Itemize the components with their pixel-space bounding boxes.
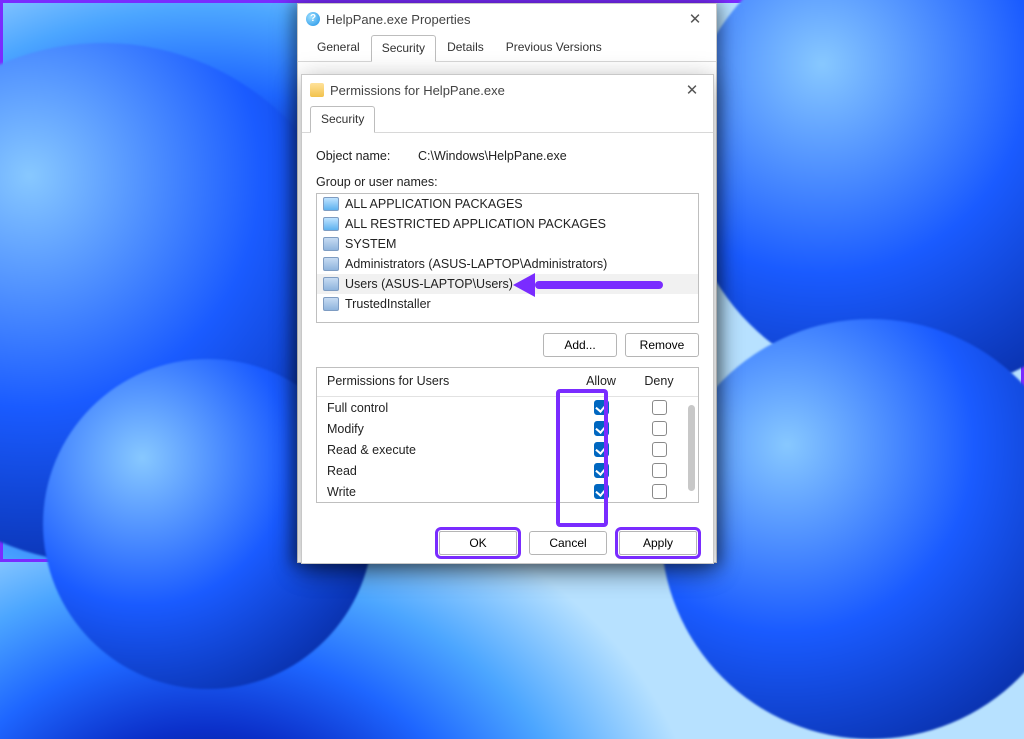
tab-security[interactable]: Security	[371, 35, 436, 62]
permissions-box: Permissions for Users Allow Deny Full co…	[316, 367, 699, 503]
permission-name: Full control	[327, 401, 572, 415]
permissions-dialog: Permissions for HelpPane.exe ✕ Security …	[301, 74, 714, 564]
package-icon	[323, 197, 339, 211]
permission-row: Full control	[317, 397, 698, 418]
permissions-body: Object name: C:\Windows\HelpPane.exe Gro…	[302, 133, 713, 513]
permission-row: Read & execute	[317, 439, 698, 460]
close-icon[interactable]: ✕	[677, 81, 707, 99]
checkbox-allow[interactable]	[594, 400, 609, 415]
users-icon	[323, 257, 339, 271]
permission-name: Write	[327, 485, 572, 499]
checkbox-allow[interactable]	[594, 442, 609, 457]
checkbox-allow[interactable]	[594, 484, 609, 499]
object-name-value: C:\Windows\HelpPane.exe	[418, 149, 699, 163]
group-item-label: ALL RESTRICTED APPLICATION PACKAGES	[345, 217, 606, 231]
permissions-list: Full control Modify Read & execute Read Writ…	[317, 396, 698, 502]
permission-name: Read	[327, 464, 572, 478]
permission-row: Modify	[317, 418, 698, 439]
properties-tabstrip: General Security Details Previous Versio…	[298, 34, 716, 62]
help-icon	[306, 12, 320, 26]
permission-row: Read	[317, 460, 698, 481]
group-item-label: Users (ASUS-LAPTOP\Users)	[345, 277, 513, 291]
permission-row: Write	[317, 481, 698, 502]
users-icon	[323, 277, 339, 291]
tab-details[interactable]: Details	[436, 34, 495, 61]
group-item-label: ALL APPLICATION PACKAGES	[345, 197, 523, 211]
group-listbox[interactable]: ALL APPLICATION PACKAGES ALL RESTRICTED A…	[316, 193, 699, 323]
permission-name: Modify	[327, 422, 572, 436]
tab-general[interactable]: General	[306, 34, 371, 61]
tab-security[interactable]: Security	[310, 106, 375, 133]
group-item[interactable]: Users (ASUS-LAPTOP\Users)	[317, 274, 698, 294]
group-item[interactable]: ALL APPLICATION PACKAGES	[317, 194, 698, 214]
package-icon	[323, 217, 339, 231]
folder-icon	[310, 83, 324, 97]
checkbox-deny[interactable]	[652, 484, 667, 499]
checkbox-deny[interactable]	[652, 421, 667, 436]
properties-title: HelpPane.exe Properties	[326, 12, 680, 27]
permissions-tabstrip: Security	[302, 105, 713, 133]
checkbox-allow[interactable]	[594, 421, 609, 436]
permissions-titlebar[interactable]: Permissions for HelpPane.exe ✕	[302, 75, 713, 105]
group-item[interactable]: TrustedInstaller	[317, 294, 698, 314]
properties-titlebar[interactable]: HelpPane.exe Properties ✕	[298, 4, 716, 34]
column-deny: Deny	[630, 374, 688, 388]
add-button[interactable]: Add...	[543, 333, 617, 357]
users-icon	[323, 297, 339, 311]
close-icon[interactable]: ✕	[680, 10, 710, 28]
permissions-for-label: Permissions for Users	[327, 374, 572, 388]
checkbox-allow[interactable]	[594, 463, 609, 478]
permission-name: Read & execute	[327, 443, 572, 457]
remove-button[interactable]: Remove	[625, 333, 699, 357]
dialog-footer: OK Cancel Apply	[302, 531, 713, 555]
group-item-label: TrustedInstaller	[345, 297, 431, 311]
group-item-label: Administrators (ASUS-LAPTOP\Administrato…	[345, 257, 607, 271]
checkbox-deny[interactable]	[652, 463, 667, 478]
group-item[interactable]: SYSTEM	[317, 234, 698, 254]
tab-previous-versions[interactable]: Previous Versions	[495, 34, 613, 61]
users-icon	[323, 237, 339, 251]
apply-button[interactable]: Apply	[619, 531, 697, 555]
checkbox-deny[interactable]	[652, 442, 667, 457]
permissions-title: Permissions for HelpPane.exe	[330, 83, 677, 98]
group-item[interactable]: Administrators (ASUS-LAPTOP\Administrato…	[317, 254, 698, 274]
group-list-label: Group or user names:	[316, 175, 699, 189]
cancel-button[interactable]: Cancel	[529, 531, 607, 555]
group-item-label: SYSTEM	[345, 237, 396, 251]
scrollbar-thumb[interactable]	[688, 405, 695, 491]
object-name-label: Object name:	[316, 149, 404, 163]
checkbox-deny[interactable]	[652, 400, 667, 415]
column-allow: Allow	[572, 374, 630, 388]
ok-button[interactable]: OK	[439, 531, 517, 555]
group-item[interactable]: ALL RESTRICTED APPLICATION PACKAGES	[317, 214, 698, 234]
